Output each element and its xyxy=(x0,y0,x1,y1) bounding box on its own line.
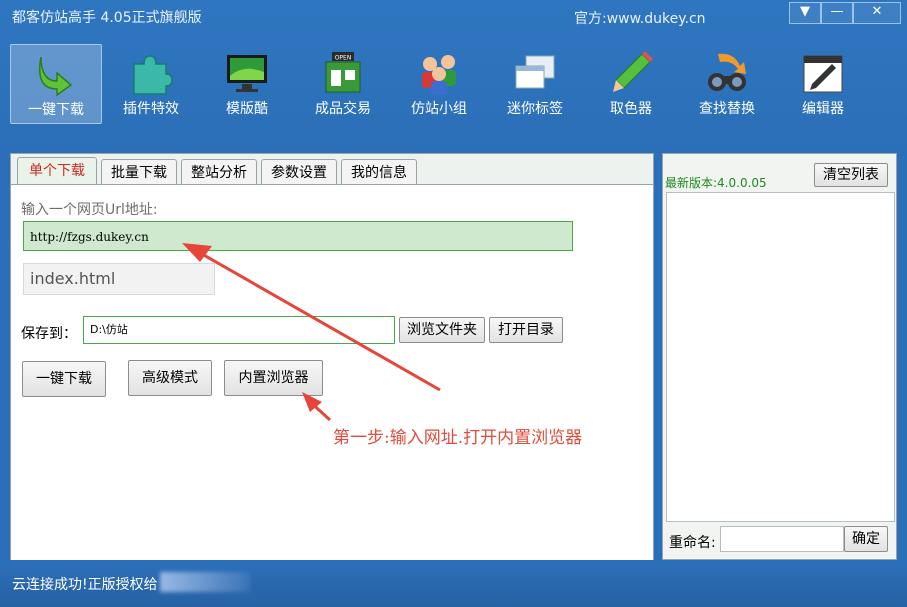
status-text: 云连接成功!正版授权给 xyxy=(12,577,158,593)
monitor-icon xyxy=(227,55,267,92)
latest-version-text: 最新版本:4.0.0.05 xyxy=(665,176,767,190)
toolbar-label: 模版酷 xyxy=(226,101,268,117)
tab-batch-download[interactable]: 批量下载 xyxy=(101,159,177,186)
instruction-annotation: 第一步:输入网址.打开内置浏览器 xyxy=(333,428,583,448)
single-download-content: 输入一个网页Url地址: http://fzgs.dukey.cn index.… xyxy=(11,184,653,560)
toolbar-download[interactable]: 一键下载 xyxy=(10,44,102,124)
tab-settings[interactable]: 参数设置 xyxy=(261,159,337,186)
toolbar-label: 编辑器 xyxy=(802,101,844,117)
file-list[interactable] xyxy=(666,192,895,522)
builtin-browser-button[interactable]: 内置浏览器 xyxy=(224,360,323,396)
pencil-icon xyxy=(613,51,653,92)
save-path-input[interactable]: D:\仿站 xyxy=(83,316,395,344)
url-label: 输入一个网页Url地址: xyxy=(21,202,158,218)
confirm-button[interactable]: 确定 xyxy=(844,526,888,552)
app-window: 都客仿站高手 4.05正式旗舰版 官方:www.dukey.cn ▼ — ✕ 一… xyxy=(0,0,907,607)
one-click-download-button[interactable]: 一键下载 xyxy=(22,361,106,397)
toolbar-editor[interactable]: 编辑器 xyxy=(778,44,868,122)
window-title: 都客仿站高手 4.05正式旗舰版 xyxy=(12,10,202,26)
clear-list-button[interactable]: 清空列表 xyxy=(814,163,888,187)
official-site: 官方:www.dukey.cn xyxy=(574,11,706,27)
toolbar-color-picker[interactable]: 取色器 xyxy=(586,44,676,122)
toolbar-label: 迷你标签 xyxy=(507,101,563,117)
toolbar-team[interactable]: 仿站小组 xyxy=(394,44,484,122)
advanced-mode-button[interactable]: 高级模式 xyxy=(128,360,212,396)
right-panel: 最新版本:4.0.0.05 清空列表 重命名: 确定 xyxy=(662,153,897,560)
redacted-license xyxy=(160,572,250,592)
minimize-button[interactable]: — xyxy=(821,2,853,24)
toolbar-label: 取色器 xyxy=(610,101,652,117)
toolbar-templates[interactable]: 模版酷 xyxy=(202,44,292,122)
url-input[interactable]: http://fzgs.dukey.cn xyxy=(23,221,573,251)
title-bar: 都客仿站高手 4.05正式旗舰版 官方:www.dukey.cn ▼ — ✕ xyxy=(0,0,907,32)
close-button[interactable]: ✕ xyxy=(853,2,901,24)
save-to-label: 保存到： xyxy=(21,326,77,342)
main-toolbar: 一键下载 插件特效 模版酷 OPEN 成品交易 仿站小组 迷你标签 取色器 查找… xyxy=(0,32,907,132)
binoculars-icon xyxy=(708,53,746,91)
puzzle-icon xyxy=(133,55,173,95)
status-bar: 云连接成功!正版授权给 xyxy=(0,568,907,607)
toolbar-find-replace[interactable]: 查找替换 xyxy=(682,44,772,122)
toolbar-label: 查找替换 xyxy=(699,101,755,117)
toolbar-plugins[interactable]: 插件特效 xyxy=(106,44,196,122)
download-arrow-icon xyxy=(39,56,73,97)
toolbar-label: 插件特效 xyxy=(123,101,179,117)
open-directory-button[interactable]: 打开目录 xyxy=(489,317,563,343)
tab-site-analysis[interactable]: 整站分析 xyxy=(181,159,257,186)
svg-text:OPEN: OPEN xyxy=(335,55,352,62)
toolbar-shop[interactable]: OPEN 成品交易 xyxy=(298,44,388,122)
filename-input[interactable]: index.html xyxy=(23,263,215,295)
shop-icon: OPEN xyxy=(325,52,361,93)
download-panel: 单个下载 批量下载 整站分析 参数设置 我的信息 输入一个网页Url地址: ht… xyxy=(10,153,654,560)
notepad-icon xyxy=(803,55,843,93)
users-icon xyxy=(422,55,456,95)
menu-dropdown-icon[interactable]: ▼ xyxy=(789,2,821,24)
tab-single-download[interactable]: 单个下载 xyxy=(17,157,97,187)
toolbar-label: 成品交易 xyxy=(315,101,371,117)
toolbar-mini-tags[interactable]: 迷你标签 xyxy=(490,44,580,122)
rename-input[interactable] xyxy=(720,526,844,552)
browse-folder-button[interactable]: 浏览文件夹 xyxy=(399,317,485,343)
window-tabs-icon xyxy=(515,55,555,89)
tab-my-info[interactable]: 我的信息 xyxy=(341,159,417,186)
toolbar-label: 仿站小组 xyxy=(411,101,467,117)
toolbar-label: 一键下载 xyxy=(28,102,84,118)
rename-label: 重命名: xyxy=(669,535,716,551)
